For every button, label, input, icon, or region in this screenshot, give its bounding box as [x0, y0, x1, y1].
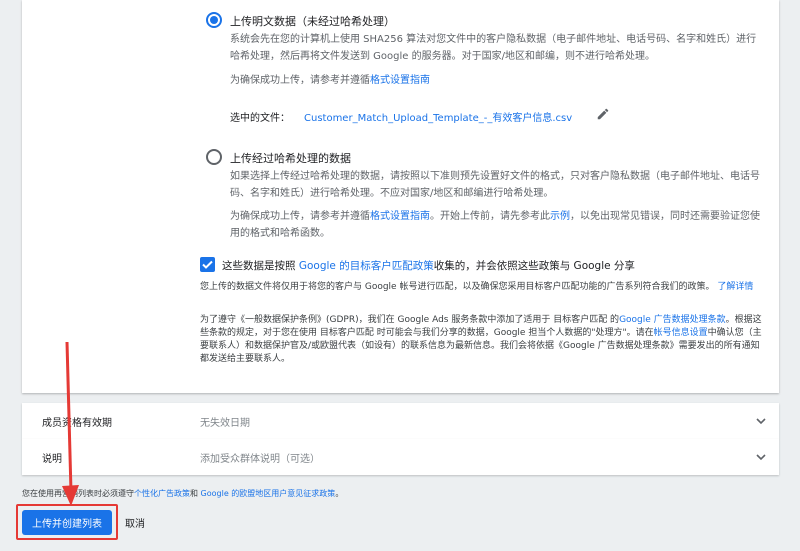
chevron-down-icon[interactable]: [755, 415, 767, 427]
option-plain-title: 上传明文数据（未经过哈希处理）: [230, 15, 395, 28]
edit-pencil-icon[interactable]: [596, 107, 610, 121]
format-guide-link[interactable]: 格式设置指南: [370, 75, 430, 86]
membership-value: 无失效日期: [200, 418, 250, 429]
hint-text: 为确保成功上传，请参考并遵循: [230, 75, 370, 86]
option-hashed-title: 上传经过哈希处理的数据: [230, 152, 351, 165]
upload-options-card: 上传明文数据（未经过哈希处理） 系统会先在您的计算机上使用 SHA256 算法对…: [22, 0, 779, 393]
hint-text-middle: 。开始上传前，请先参考此: [430, 211, 550, 222]
account-settings-link[interactable]: 帐号信息设置: [654, 328, 708, 338]
consent-text: 这些数据是按照 Google 的目标客户匹配政策收集的，并会依照这些政策与 Go…: [222, 258, 635, 273]
consent-suffix: 收集的，并会依照这些政策与 Google 分享: [433, 260, 635, 272]
selected-file-name[interactable]: Customer_Match_Upload_Template_-_有效客户信息.…: [304, 109, 572, 124]
radio-upload-hashed[interactable]: [206, 149, 222, 165]
format-guide-link[interactable]: 格式设置指南: [370, 211, 430, 222]
footer-suffix: 。: [335, 489, 344, 498]
gdpr-notice: 为了遵守《一般数据保护条例》(GDPR)，我们在 Google Ads 服务条款…: [200, 314, 768, 366]
policy-note-text: 您上传的数据文件将仅用于将您的客户与 Google 帐号进行匹配，以及确保您采用…: [200, 282, 715, 292]
customer-match-policy-link[interactable]: Google 的目标客户匹配政策: [299, 260, 434, 272]
footer-mid: 和: [190, 489, 201, 498]
eu-consent-policy-link[interactable]: Google 的欧盟地区用户意见征求政策: [201, 489, 336, 498]
consent-prefix: 这些数据是按照: [222, 260, 299, 272]
selected-file-label: 选中的文件：: [230, 113, 290, 124]
option-hashed-description: 如果选择上传经过哈希处理的数据，请按照以下准则预先设置好文件的格式，只对客户隐私…: [230, 171, 760, 199]
chevron-down-icon[interactable]: [755, 451, 767, 463]
option-plain-hint: 为确保成功上传，请参考并遵循格式设置指南: [230, 72, 430, 89]
annotation-arrow-icon: [62, 341, 79, 506]
personalized-ads-policy-link[interactable]: 个性化广告政策: [134, 489, 190, 498]
cancel-button[interactable]: 取消: [125, 510, 145, 535]
policy-note: 您上传的数据文件将仅用于将您的客户与 Google 帐号进行匹配，以及确保您采用…: [200, 281, 768, 294]
learn-more-link[interactable]: 了解详情: [717, 282, 753, 292]
membership-duration-row[interactable]: 成员资格有效期 无失效日期: [22, 403, 779, 439]
option-hashed-hint: 为确保成功上传，请参考并遵循格式设置指南。开始上传前，请先参考此示例，以免出现常…: [230, 208, 765, 242]
option-plain-description: 系统会先在您的计算机上使用 SHA256 算法对您文件中的客户隐私数据（电子邮件…: [230, 34, 757, 62]
data-processing-terms-link[interactable]: Google 广告数据处理条款: [619, 315, 726, 325]
upload-and-create-list-button[interactable]: 上传并创建列表: [22, 510, 112, 535]
example-link[interactable]: 示例: [550, 211, 570, 222]
hint-text: 为确保成功上传，请参考并遵循: [230, 211, 370, 222]
gdpr-text-1: 为了遵守《一般数据保护条例》(GDPR)，我们在 Google Ads 服务条款…: [200, 315, 620, 325]
description-value: 添加受众群体说明（可选）: [200, 454, 320, 465]
consent-checkbox[interactable]: [200, 257, 215, 272]
description-row[interactable]: 说明 添加受众群体说明（可选）: [22, 439, 779, 475]
radio-upload-plain[interactable]: [206, 12, 222, 28]
check-icon: [202, 260, 213, 269]
